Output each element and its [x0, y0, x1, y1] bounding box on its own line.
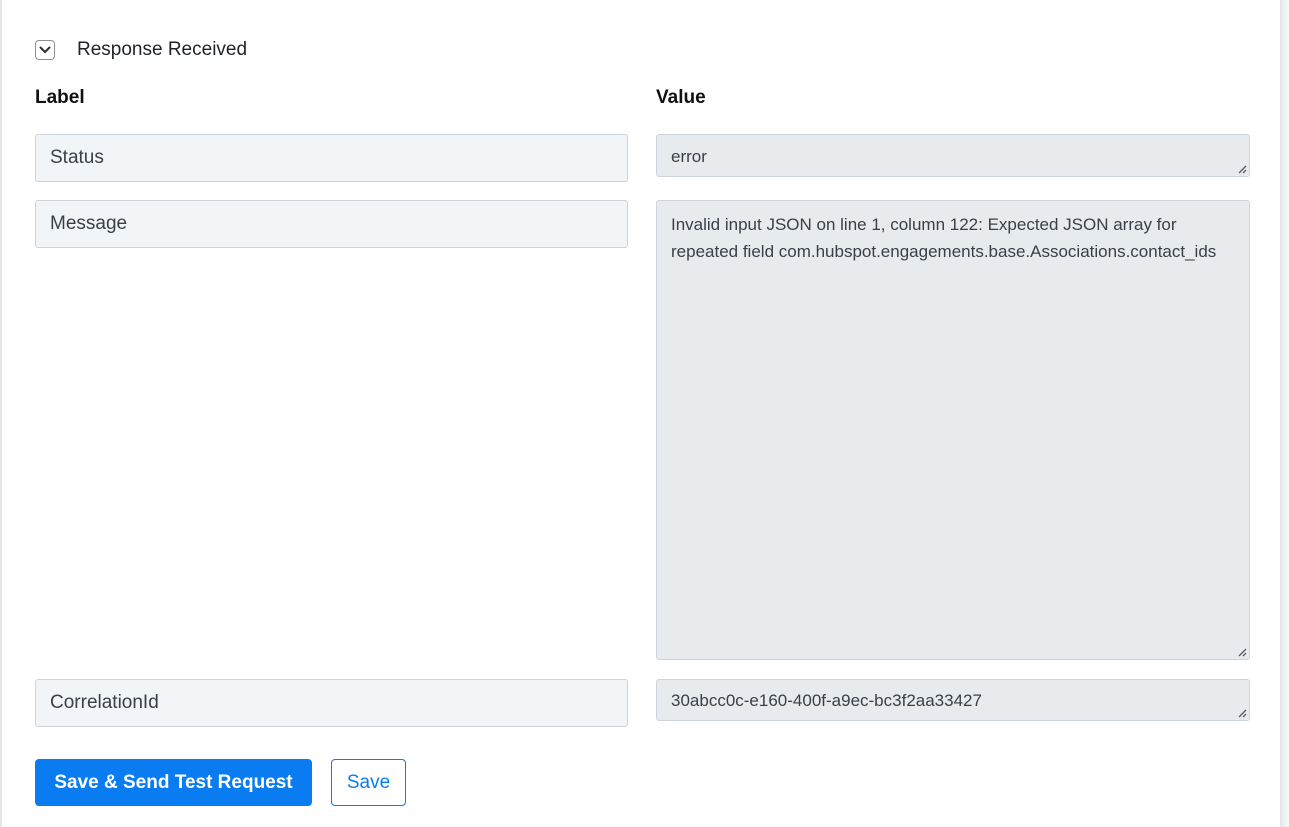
value-field-message[interactable]: Invalid input JSON on line 1, column 122… — [656, 200, 1250, 660]
label-field-correlationid[interactable]: CorrelationId — [35, 679, 628, 727]
section-header: Response Received — [35, 37, 247, 63]
section-title: Response Received — [77, 39, 248, 60]
value-column-header: Value — [656, 87, 706, 108]
label-field-message[interactable]: Message — [35, 200, 628, 248]
resize-grip-icon[interactable] — [1235, 645, 1247, 657]
save-and-send-test-request-button[interactable]: Save & Send Test Request — [35, 759, 312, 806]
value-field-status[interactable]: error — [656, 134, 1250, 177]
chevron-down-icon — [39, 46, 51, 53]
resize-grip-icon[interactable] — [1235, 706, 1247, 718]
value-text-message: Invalid input JSON on line 1, column 122… — [671, 215, 1217, 261]
label-column-header: Label — [35, 87, 85, 108]
panel-edge-shadow — [1282, 0, 1289, 827]
collapse-toggle[interactable] — [35, 40, 55, 60]
save-button[interactable]: Save — [331, 759, 406, 806]
response-panel: Response Received Label Value Status err… — [0, 0, 1282, 827]
value-text-correlationid: 30abcc0c-e160-400f-a9ec-bc3f2aa33427 — [671, 691, 982, 710]
label-field-status[interactable]: Status — [35, 134, 628, 182]
value-text-status: error — [671, 147, 707, 166]
value-field-correlationid[interactable]: 30abcc0c-e160-400f-a9ec-bc3f2aa33427 — [656, 679, 1250, 721]
resize-grip-icon[interactable] — [1235, 162, 1247, 174]
